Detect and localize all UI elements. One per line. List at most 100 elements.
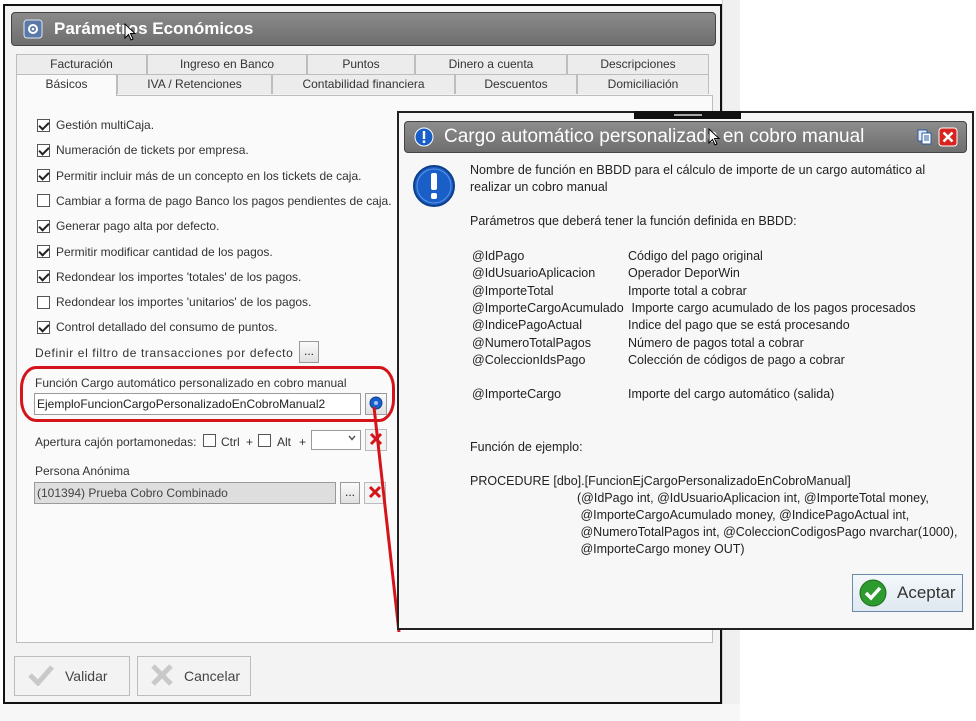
checkbox-label: Redondear los importes 'unitarios' de lo… [56,295,312,310]
tab-iva-retenciones[interactable]: IVA / Retenciones [117,74,272,94]
mouse-cursor-icon [708,127,721,152]
checkbox-label: Permitir incluir más de un concepto en l… [56,168,362,183]
anon-person-input[interactable]: (101394) Prueba Cobro Combinado [34,482,336,504]
checkbox-row[interactable]: Redondear los importes 'totales' de los … [37,268,301,286]
ctrl-checkbox[interactable] [203,434,216,447]
clear-anon-button[interactable] [364,482,386,504]
close-icon [368,485,382,502]
checkbox-label: Redondear los importes 'totales' de los … [56,269,302,284]
checkbox[interactable] [37,270,50,284]
param-desc: Código del pago original [628,249,763,263]
intro-line-2: realizar un cobro manual [470,180,608,194]
checkbox[interactable] [37,295,50,309]
plus-label-2: + [299,435,307,449]
checkbox-row[interactable]: Control detallado del consumo de puntos. [37,318,277,336]
checkbox[interactable] [37,219,50,233]
checkbox-label: Numeración de tickets por empresa. [56,143,249,158]
checkbox[interactable] [37,194,50,208]
param-name: @IndicePagoActual [472,318,582,333]
annotation-highlight-oval [20,366,395,422]
checkbox[interactable] [37,118,50,132]
main-window-title: Parámetros Económicos [54,19,254,38]
param-desc: Operador DeporWin [628,266,740,281]
example-line-2: (@IdPago int, @IdUsuarioAplicacion int, … [577,491,929,505]
info-icon [414,127,434,147]
filter-ellipsis-button[interactable]: ... [299,341,319,363]
checkbox-row[interactable]: Gestión multiCaja. [37,116,154,134]
close-dialog-button[interactable] [938,127,958,153]
dialog-drag-handle[interactable] [634,111,741,119]
checkbox[interactable] [37,169,50,183]
example-line-1: PROCEDURE [dbo].[FuncionEjCargoPersonali… [470,474,851,488]
cancel-button[interactable]: Cancelar [137,656,251,696]
main-title-bar[interactable]: Parámetros Económicos [11,12,716,46]
tab-descripciones[interactable]: Descripciones [567,54,709,74]
cancel-x-icon [138,663,184,690]
param-desc: Número de pagos total a cobrar [628,335,804,350]
param-desc: Colección de códigos de pago a cobrar [628,352,845,367]
validate-button[interactable]: Validar [14,656,130,696]
tab-ingreso-en-banco[interactable]: Ingreso en Banco [147,54,307,74]
anon-ellipsis-button[interactable]: ... [340,482,360,504]
checkbox-row[interactable]: Numeración de tickets por empresa. [37,141,249,159]
key-select[interactable] [311,430,361,450]
checkbox-label: Generar pago alta por defecto. [56,219,220,234]
param-desc: Indice del pago que se está procesando [628,318,850,333]
tab-dinero-a-cuenta[interactable]: Dinero a cuenta [415,54,567,74]
accept-label: Aceptar [897,583,956,602]
example-heading: Función de ejemplo: [470,440,583,454]
param-desc: Importe cargo acumulado de los pagos pro… [628,300,916,315]
param-name: @IdPago [472,249,525,263]
params-heading: Parámetros que deberá tener la función d… [470,214,797,228]
param-name: @ColeccionIdsPago [472,352,586,367]
example-line-5: @ImporteCargo money OUT) [577,542,745,556]
checkbox-row[interactable]: Redondear los importes 'unitarios' de lo… [37,293,311,311]
gear-icon [22,18,44,40]
copy-icon[interactable] [916,128,934,152]
tab-contabilidad-financiera[interactable]: Contabilidad financiera [272,74,455,94]
tab-domiciliacion[interactable]: Domiciliación [577,74,709,94]
checkbox[interactable] [37,320,50,334]
mouse-cursor-icon [124,22,137,46]
alt-label: Alt [277,435,292,449]
intro-line-1: Nombre de función en BBDD para el cálcul… [470,163,926,177]
cargo-automatico-dialog: Cargo automático personalizado en cobro … [397,111,974,630]
cancel-label: Cancelar [184,668,241,684]
validate-label: Validar [65,668,108,684]
checkbox[interactable] [37,143,50,157]
chevron-down-icon [347,432,357,446]
checkbox-row[interactable]: Permitir incluir más de un concepto en l… [37,167,361,185]
alt-checkbox[interactable] [258,434,271,447]
checkbox-label: Cambiar a forma de pago Banco los pagos … [56,193,392,208]
checkmark-icon [15,664,65,689]
param-desc: Importe total a cobrar [628,283,747,298]
param-name: @IdUsuarioAplicacion [472,266,596,281]
info-large-icon [412,164,456,211]
accept-button[interactable]: Aceptar [852,574,963,612]
anon-person-label: Persona Anónima [35,464,130,478]
param-name: @NumeroTotalPagos [472,335,591,350]
output-param-desc: Importe del cargo automático (salida) [628,387,835,401]
checkmark-icon [859,579,887,607]
checkbox-label: Gestión multiCaja. [56,118,155,132]
param-name: @ImporteTotal [472,283,554,298]
checkbox-row[interactable]: Permitir modificar cantidad de los pagos… [37,243,273,261]
tab-facturacion[interactable]: Facturación [16,54,147,74]
dialog-title-bar[interactable]: Cargo automático personalizado en cobro … [404,121,967,153]
checkbox-row[interactable]: Cambiar a forma de pago Banco los pagos … [37,192,392,210]
tab-descuentos[interactable]: Descuentos [455,74,577,94]
window-bottom-edge [0,704,740,721]
output-param-name: @ImporteCargo [472,387,562,401]
filter-label: Definir el filtro de transacciones por d… [35,346,294,360]
clear-key-button[interactable] [365,429,387,451]
tab-puntos[interactable]: Puntos [307,54,415,74]
ctrl-label: Ctrl [221,435,240,449]
checkbox[interactable] [37,245,50,258]
example-line-4: @NumeroTotalPagos int, @ColeccionCodigos… [577,525,958,539]
checkbox-row[interactable]: Generar pago alta por defecto. [37,217,219,235]
close-icon [369,432,383,449]
tab-basicos[interactable]: Básicos [16,74,117,96]
dialog-title: Cargo automático personalizado en cobro … [444,126,865,147]
plus-label: + [246,435,254,449]
drawer-label: Apertura cajón portamonedas: [35,435,197,449]
